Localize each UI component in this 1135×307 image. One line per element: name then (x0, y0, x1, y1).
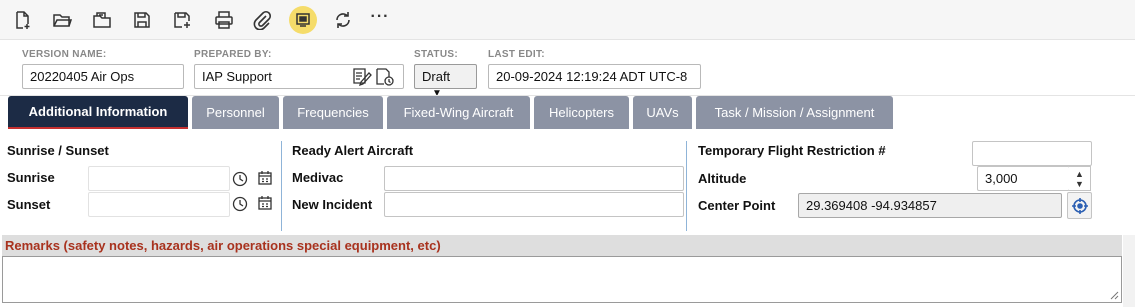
save-as-button[interactable] (168, 6, 196, 34)
paperclip-icon (253, 10, 272, 30)
refresh-icon (336, 12, 350, 28)
altitude-input[interactable]: 3,000 (977, 166, 1070, 191)
sync-button[interactable] (329, 6, 357, 34)
more-icon: ··· (370, 8, 390, 25)
tab-additional-information[interactable]: Additional Information (8, 96, 188, 129)
center-point-field: 29.369408 -94.934857 (798, 193, 1062, 218)
scrollbar[interactable] (1123, 235, 1135, 307)
sunrise-input[interactable] (88, 166, 230, 191)
resize-handle-icon[interactable] (1110, 291, 1119, 300)
tab-task-mission-assignment[interactable]: Task / Mission / Assignment (696, 96, 893, 129)
display-button[interactable] (289, 6, 317, 34)
clock-icon[interactable] (231, 195, 249, 213)
tab-personnel[interactable]: Personnel (192, 96, 279, 129)
tfr-number-input[interactable] (972, 141, 1092, 166)
new-incident-label: New Incident (292, 197, 373, 212)
open-folder-button[interactable] (48, 6, 76, 34)
new-incident-input[interactable] (384, 192, 684, 217)
tab-uavs[interactable]: UAVs (633, 96, 692, 129)
status-value: Draft (422, 69, 451, 84)
version-name-label: VERSION NAME: (22, 49, 107, 60)
sunrise-sunset-title: Sunrise / Sunset (7, 143, 109, 158)
prepared-by-label: PREPARED BY: (194, 49, 272, 60)
attach-button[interactable] (248, 6, 276, 34)
ready-alert-aircraft-title: Ready Alert Aircraft (292, 143, 414, 158)
folder-open-icon (53, 14, 72, 27)
monitor-icon (296, 13, 310, 27)
new-document-button[interactable] (8, 6, 36, 34)
column-divider (281, 141, 282, 231)
medivac-input[interactable] (384, 166, 684, 191)
new-document-icon (16, 11, 30, 29)
status-label: STATUS: (414, 49, 458, 60)
column-divider (686, 141, 687, 231)
toolbar: ··· (0, 0, 1135, 40)
tab-helicopters[interactable]: Helicopters (534, 96, 629, 129)
tab-frequencies[interactable]: Frequencies (283, 96, 383, 129)
document-history-icon[interactable] (374, 67, 396, 87)
last-edit-label: LAST EDIT: (488, 49, 545, 60)
calendar-icon[interactable] (256, 194, 274, 212)
locate-button[interactable] (1067, 192, 1092, 219)
last-edit-field: 20-09-2024 12:19:24 ADT UTC-8 (488, 64, 701, 89)
edit-signature-icon[interactable] (352, 67, 374, 87)
calendar-icon[interactable] (256, 169, 274, 187)
status-select[interactable]: Draft▼ (414, 64, 477, 99)
center-point-label: Center Point (698, 198, 776, 213)
stepper-up-icon[interactable]: ▲ (1075, 169, 1084, 179)
altitude-label: Altitude (698, 171, 747, 186)
remarks-label: Remarks (safety notes, hazards, air oper… (5, 238, 441, 253)
save-icon (134, 12, 150, 28)
tab-fixed-wing-aircraft[interactable]: Fixed-Wing Aircraft (387, 96, 530, 129)
clock-icon[interactable] (231, 170, 249, 188)
tfr-title: Temporary Flight Restriction # (698, 143, 886, 158)
altitude-stepper[interactable]: ▲ ▼ (1069, 166, 1091, 191)
more-button[interactable]: ··· (366, 6, 394, 34)
save-as-icon (174, 12, 190, 28)
crosshair-icon (1071, 197, 1088, 214)
medivac-label: Medivac (292, 170, 344, 185)
sunset-label: Sunset (7, 197, 51, 212)
sunset-input[interactable] (88, 192, 230, 217)
stepper-down-icon[interactable]: ▼ (1075, 179, 1084, 189)
remarks-textarea[interactable] (2, 256, 1122, 303)
sunrise-label: Sunrise (7, 170, 55, 185)
save-button[interactable] (128, 6, 156, 34)
print-button[interactable] (210, 6, 238, 34)
printer-icon (215, 11, 233, 29)
documents-folder-icon (93, 12, 111, 28)
version-name-field[interactable]: 20220405 Air Ops (22, 64, 184, 89)
open-documents-button[interactable] (88, 6, 116, 34)
